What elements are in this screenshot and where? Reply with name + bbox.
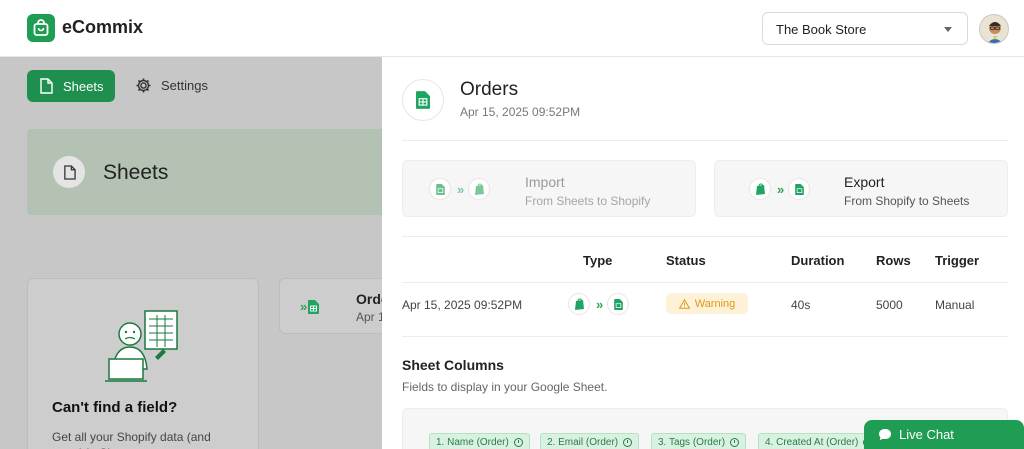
sheets-hero: Sheets [27, 129, 382, 215]
gear-icon [136, 78, 151, 93]
panel-title: Orders [460, 79, 519, 100]
clock-icon [623, 437, 633, 447]
sheet-card-orders[interactable]: » Orders Apr 15, 2025 09:52PM [279, 278, 382, 334]
import-button[interactable]: » Import From Sheets to Shopify [402, 160, 696, 217]
google-sheets-icon [788, 178, 811, 200]
sheets-page-background: Sheets Settings Sheets Can't find a fiel… [0, 57, 382, 449]
panel-date: Apr 15, 2025 09:52PM [460, 105, 581, 119]
column-header-trigger: Trigger [935, 253, 980, 268]
sheet-card-date: Apr 15, 2025 09:52PM [356, 310, 382, 324]
live-chat-button[interactable]: Live Chat [864, 420, 1024, 449]
nav-settings-label: Settings [161, 78, 208, 93]
nav-sheets-button[interactable]: Sheets [27, 70, 115, 102]
column-header-duration: Duration [791, 253, 845, 268]
hero-title: Sheets [103, 161, 169, 184]
status-badge: Warning [666, 293, 748, 314]
run-rows: 5000 [876, 298, 903, 312]
export-subtitle: From Shopify to Sheets [844, 194, 970, 208]
logo-bag-icon[interactable] [27, 14, 55, 42]
nav-sheets-label: Sheets [63, 78, 104, 94]
google-sheets-icon [402, 79, 444, 121]
google-sheets-icon [308, 299, 320, 314]
shopify-icon [568, 293, 590, 315]
sheet-columns-title: Sheet Columns [402, 357, 504, 373]
run-date: Apr 15, 2025 09:52PM [402, 298, 523, 312]
top-bar: eCommix The Book Store [0, 0, 1024, 57]
double-chevron-icon: » [777, 181, 784, 197]
double-chevron-icon: » [457, 181, 464, 197]
chat-bubble-icon [879, 429, 891, 440]
file-icon [40, 78, 53, 94]
import-flow-icons: » [429, 178, 491, 200]
column-header-rows: Rows [876, 253, 911, 268]
column-chip[interactable]: 1. Name (Order) [429, 433, 530, 449]
double-chevron-icon: » [596, 296, 603, 312]
missing-field-description: Get all your Shopify data (and more) in … [52, 430, 211, 449]
divider [402, 140, 1008, 141]
google-sheets-icon [429, 178, 451, 200]
shopify-icon [749, 178, 771, 200]
column-chip-label: 2. Email (Order) [547, 436, 619, 448]
brand-name: eCommix [62, 17, 144, 37]
column-chip-label: 1. Name (Order) [436, 436, 509, 448]
column-chip[interactable]: 2. Email (Order) [540, 433, 640, 449]
column-chip-label: 3. Tags (Order) [658, 436, 726, 448]
sheet-detail-panel: Orders Apr 15, 2025 09:52PM » Import Fro… [382, 57, 1024, 449]
missing-field-card: Can't find a field? Get all your Shopify… [27, 278, 259, 449]
store-select-value: The Book Store [776, 22, 867, 37]
avatar[interactable] [979, 14, 1009, 44]
google-sheets-icon [607, 293, 630, 315]
nav-settings-button[interactable]: Settings [135, 77, 208, 94]
run-trigger: Manual [935, 298, 975, 312]
column-chip[interactable]: 4. Created At (Order) [758, 433, 880, 449]
import-title: Import [525, 174, 565, 190]
missing-field-title: Can't find a field? [52, 399, 178, 416]
shopify-icon [468, 178, 491, 200]
store-select[interactable]: The Book Store [762, 12, 968, 45]
live-chat-label: Live Chat [899, 427, 954, 442]
caret-down-icon [944, 27, 952, 32]
clock-icon [513, 437, 523, 447]
export-button[interactable]: » Export From Shopify to Sheets [714, 160, 1008, 217]
import-subtitle: From Sheets to Shopify [525, 194, 651, 208]
sheet-columns-subtitle: Fields to display in your Google Sheet. [402, 380, 608, 394]
export-flow-icons: » [749, 178, 811, 200]
sheet-type-icons: » [300, 299, 320, 314]
column-header-status: Status [666, 253, 706, 268]
column-header-type: Type [583, 253, 613, 268]
divider [402, 282, 1008, 283]
clock-icon [730, 437, 740, 447]
column-chip[interactable]: 3. Tags (Order) [651, 433, 747, 449]
person-with-sheet-illustration [105, 310, 178, 382]
column-chip-label: 4. Created At (Order) [765, 436, 859, 448]
divider [402, 236, 1008, 237]
run-duration: 40s [791, 298, 811, 312]
status-label: Warning [694, 297, 736, 310]
file-icon [53, 156, 85, 188]
run-type-icons: » [568, 293, 630, 315]
double-chevron-icon: » [300, 299, 307, 314]
sheet-card-title: Orders [356, 291, 382, 307]
warning-icon [678, 298, 690, 309]
divider [402, 336, 1008, 337]
export-title: Export [844, 174, 885, 190]
